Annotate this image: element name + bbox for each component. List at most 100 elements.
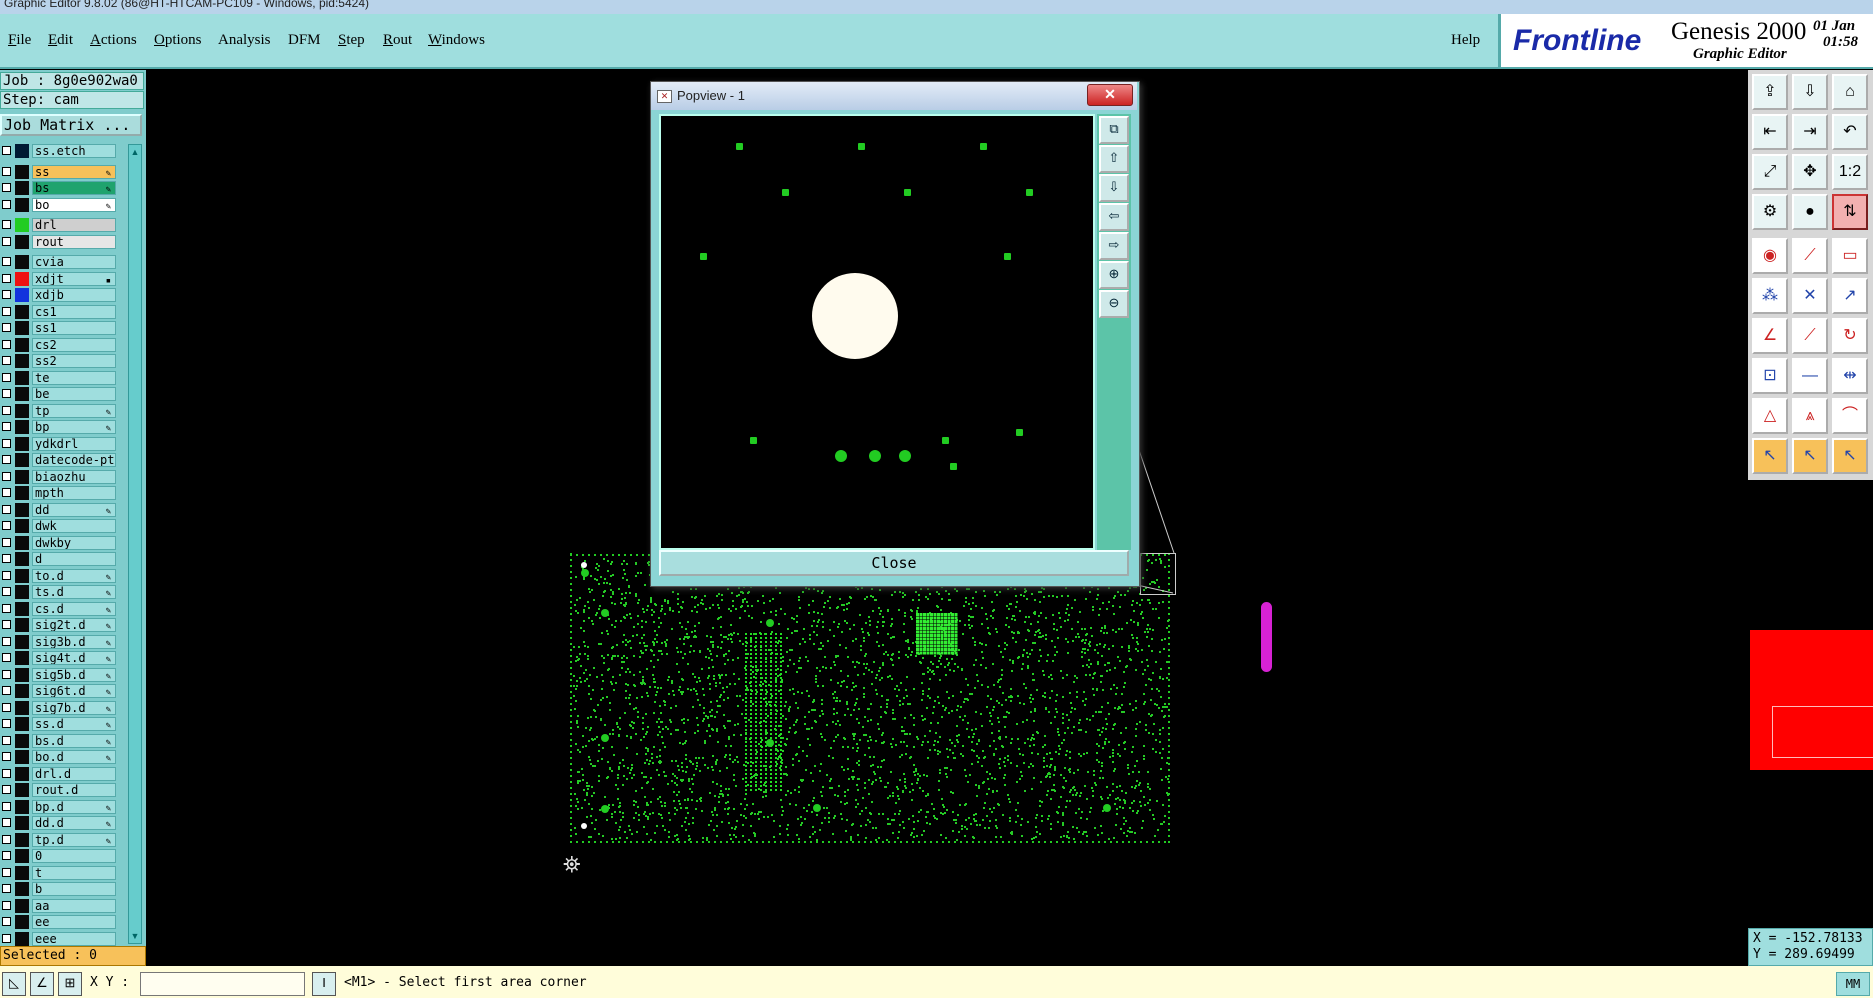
layer-row-xdjt[interactable]: xdjt ▪ — [0, 271, 118, 286]
select-edit-icon[interactable]: ↖ — [1832, 438, 1868, 474]
help-menu[interactable]: Help — [1451, 32, 1480, 49]
layer-color-swatch[interactable] — [15, 197, 29, 212]
move-icon[interactable]: ↗ — [1832, 278, 1868, 314]
popview-title-bar[interactable]: ✕ Popview - 1 ✕ — [651, 82, 1137, 110]
scroll-up-icon[interactable]: ▲ — [130, 147, 140, 157]
layer-checkbox[interactable] — [2, 471, 11, 481]
layer-checkbox[interactable] — [2, 521, 11, 530]
layer-color-swatch[interactable] — [15, 288, 29, 302]
layer-row-bs[interactable]: bs ✎ — [0, 181, 118, 195]
layer-checkbox[interactable] — [2, 323, 11, 332]
pan-down-icon[interactable]: ⇩ — [1099, 174, 1129, 202]
layer-row-dd[interactable]: dd ✎ — [0, 502, 118, 517]
layer-name[interactable]: ss.etch — [32, 144, 116, 158]
layer-checkbox[interactable] — [2, 653, 11, 662]
layer-color-swatch[interactable] — [15, 849, 29, 863]
grid-icon[interactable]: ⊞ — [58, 972, 82, 996]
layer-checkbox[interactable] — [2, 636, 11, 646]
popview-view[interactable] — [659, 114, 1095, 550]
popview-close-button[interactable]: Close — [659, 550, 1129, 576]
layer-checkbox[interactable] — [2, 570, 11, 580]
rotate-icon[interactable]: ↻ — [1832, 318, 1868, 354]
layer-color-swatch[interactable] — [15, 486, 29, 500]
layer-checkbox[interactable] — [2, 220, 11, 229]
layer-color-swatch[interactable] — [15, 436, 29, 451]
layer-color-swatch[interactable] — [15, 304, 29, 319]
layer-row-biaozhu[interactable]: biaozhu — [0, 469, 118, 484]
layer-row-bo-d[interactable]: bo.d ✎ — [0, 750, 118, 764]
angle-mode-icon[interactable]: ∠ — [30, 972, 54, 996]
layer-checkbox[interactable] — [2, 900, 11, 910]
layer-row-sig4t-d[interactable]: sig4t.d ✎ — [0, 651, 118, 665]
layer-row-sig2t-d[interactable]: sig2t.d ✎ — [0, 618, 118, 632]
layer-row-dd-d[interactable]: dd.d ✎ — [0, 816, 118, 830]
measure-icon[interactable]: ⚙ — [1752, 194, 1788, 230]
layer-name[interactable]: rout.d — [32, 783, 116, 797]
triangle-icon[interactable]: △ — [1752, 398, 1788, 434]
layer-name[interactable]: dwkby — [32, 535, 116, 550]
layer-name[interactable]: bs ✎ — [32, 181, 116, 195]
layer-checkbox[interactable] — [2, 917, 11, 926]
layer-name[interactable]: drl — [32, 218, 116, 232]
layer-name[interactable]: cs1 — [32, 304, 116, 319]
layer-name[interactable]: sig4t.d ✎ — [32, 651, 116, 665]
layer-checkbox[interactable] — [2, 834, 11, 844]
close-icon[interactable]: ✕ — [1087, 84, 1133, 106]
layer-color-swatch[interactable] — [15, 651, 29, 665]
layer-name[interactable]: dd.d ✎ — [32, 816, 116, 830]
layer-row-rout[interactable]: rout — [0, 234, 118, 249]
layer-color-swatch[interactable] — [15, 898, 29, 913]
layer-row-cvia[interactable]: cvia — [0, 255, 118, 269]
layer-color-swatch[interactable] — [15, 783, 29, 797]
layer-name[interactable]: 0 — [32, 849, 116, 863]
layer-row-ss-etch[interactable]: ss.etch — [0, 144, 118, 158]
layer-name[interactable]: xdjb — [32, 288, 116, 302]
layer-name[interactable]: biaozhu — [32, 469, 116, 484]
scale-1to2-icon[interactable]: 1:2 — [1832, 154, 1868, 190]
layer-color-swatch[interactable] — [15, 144, 29, 158]
layer-row-ss-d[interactable]: ss.d ✎ — [0, 717, 118, 731]
layer-row-sig3b-d[interactable]: sig3b.d ✎ — [0, 634, 118, 649]
layer-checkbox[interactable] — [2, 554, 11, 563]
layer-color-swatch[interactable] — [15, 370, 29, 385]
layer-checkbox[interactable] — [2, 884, 11, 893]
layer-color-swatch[interactable] — [15, 337, 29, 352]
layer-name[interactable]: ts.d ✎ — [32, 585, 116, 599]
angle-icon[interactable]: ∠ — [1752, 318, 1788, 354]
arch-icon[interactable]: ⌒ — [1832, 398, 1868, 434]
layer-name[interactable]: te — [32, 370, 116, 385]
menu-dfm[interactable]: DFM — [288, 32, 321, 49]
layer-row-ss1[interactable]: ss1 — [0, 321, 118, 335]
layer-name[interactable]: rout — [32, 234, 116, 249]
zoom-in-icon[interactable]: ⊕ — [1099, 261, 1129, 289]
layer-color-swatch[interactable] — [15, 717, 29, 731]
layer-checkbox[interactable] — [2, 236, 11, 246]
layer-checkbox[interactable] — [2, 537, 11, 547]
layer-checkbox[interactable] — [2, 455, 11, 464]
layer-checkbox[interactable] — [2, 504, 11, 514]
xy-input[interactable] — [140, 972, 305, 996]
layer-row-b[interactable]: b — [0, 882, 118, 896]
layer-row-cs2[interactable]: cs2 — [0, 337, 118, 352]
layer-name[interactable]: be — [32, 387, 116, 401]
layer-row-sig6t-d[interactable]: sig6t.d ✎ — [0, 684, 118, 698]
layer-checkbox[interactable] — [2, 199, 11, 209]
layer-up-icon[interactable]: ⇪ — [1752, 74, 1788, 110]
layer-checkbox[interactable] — [2, 620, 11, 629]
layer-checkbox[interactable] — [2, 735, 11, 745]
layer-row-bp[interactable]: bp ✎ — [0, 420, 118, 434]
layer-color-swatch[interactable] — [15, 601, 29, 616]
layer-color-swatch[interactable] — [15, 733, 29, 748]
layer-checkbox[interactable] — [2, 372, 11, 382]
layer-name[interactable]: cs.d ✎ — [32, 601, 116, 616]
layer-name[interactable]: ee — [32, 915, 116, 929]
layer-color-swatch[interactable] — [15, 915, 29, 929]
layer-name[interactable]: ss ✎ — [32, 164, 116, 179]
zoom-fit-icon[interactable]: ⤢ — [1752, 154, 1788, 190]
layer-name[interactable]: ss.d ✎ — [32, 717, 116, 731]
menu-rout[interactable]: Rout — [383, 32, 412, 49]
layer-color-swatch[interactable] — [15, 519, 29, 533]
units-button[interactable]: MM — [1836, 972, 1870, 996]
layer-row-xdjb[interactable]: xdjb — [0, 288, 118, 302]
layer-row-datecode-ptc[interactable]: datecode-ptc — [0, 453, 118, 467]
